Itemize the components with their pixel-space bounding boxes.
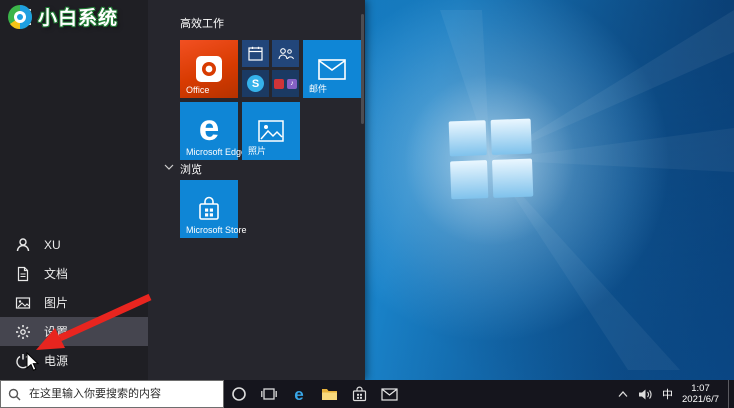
- document-icon: [15, 266, 31, 282]
- start-nav: XU 文档 图片: [0, 230, 148, 375]
- taskbar: e: [0, 380, 734, 408]
- start-menu-scrollbar[interactable]: [361, 14, 364, 124]
- start-nav-documents[interactable]: 文档: [0, 259, 148, 288]
- taskbar-file-explorer-button[interactable]: [314, 380, 344, 408]
- clock-time: 1:07: [682, 383, 719, 394]
- tile-store-label: Microsoft Store: [186, 225, 247, 235]
- watermark-text: 小白系统: [38, 3, 118, 30]
- cortana-icon: [231, 386, 247, 402]
- start-nav-settings[interactable]: 设置: [0, 317, 148, 346]
- calendar-icon: [248, 46, 263, 61]
- start-rail: XU 文档 图片: [0, 0, 148, 380]
- news-icon: [274, 79, 284, 89]
- start-nav-pictures-label: 图片: [44, 294, 68, 311]
- photos-icon: [258, 120, 284, 142]
- tile-edge[interactable]: e Microsoft Edge: [180, 102, 238, 160]
- start-nav-pictures[interactable]: 图片: [0, 288, 148, 317]
- search-input[interactable]: [27, 387, 216, 401]
- search-icon: [8, 388, 21, 401]
- office-icon: [196, 56, 222, 82]
- tile-mail[interactable]: 邮件: [303, 40, 361, 98]
- file-explorer-icon: [321, 387, 338, 401]
- tile-office[interactable]: Office: [180, 40, 238, 98]
- taskbar-search[interactable]: [0, 380, 224, 408]
- start-nav-user-label: XU: [44, 238, 61, 252]
- tile-edge-label: Microsoft Edge: [186, 147, 246, 157]
- start-menu: XU 文档 图片: [0, 0, 365, 380]
- system-tray: 中 1:07 2021/6/7: [617, 380, 734, 408]
- skype-icon: S: [247, 75, 264, 92]
- tile-photos-label: 照片: [248, 144, 266, 157]
- groove-icon: ♪: [287, 79, 297, 89]
- power-icon: [15, 353, 31, 369]
- watermark: 小白系统: [7, 3, 118, 30]
- start-tile-panel: 高效工作 Office: [148, 0, 365, 380]
- tile-microsoft-store[interactable]: Microsoft Store: [180, 180, 238, 238]
- tile-photos[interactable]: 照片: [242, 102, 300, 160]
- tile-group-title-explore: 浏览: [180, 161, 202, 177]
- start-nav-user[interactable]: XU: [0, 230, 148, 259]
- taskbar-store-button[interactable]: [344, 380, 374, 408]
- people-icon: [278, 47, 294, 61]
- gear-icon: [15, 324, 31, 340]
- tile-group-title-productivity: 高效工作: [180, 15, 224, 31]
- tile-calendar[interactable]: [242, 40, 269, 67]
- volume-icon[interactable]: [638, 388, 653, 401]
- taskbar-task-view-button[interactable]: [254, 380, 284, 408]
- mail-icon: [318, 59, 346, 80]
- taskbar-clock[interactable]: 1:07 2021/6/7: [682, 383, 719, 405]
- mail-taskbar-icon: [381, 388, 398, 401]
- tile-skype[interactable]: S: [242, 70, 269, 97]
- taskbar-cortana-button[interactable]: [224, 380, 254, 408]
- start-nav-power[interactable]: 电源: [0, 346, 148, 375]
- start-nav-settings-label: 设置: [44, 323, 68, 340]
- tile-people[interactable]: [272, 40, 299, 67]
- xiaobai-logo-icon: [7, 4, 33, 30]
- edge-icon: e: [199, 109, 220, 146]
- taskbar-mail-button[interactable]: [374, 380, 404, 408]
- store-taskbar-icon: [352, 386, 367, 402]
- screen: XU 文档 图片: [0, 0, 734, 408]
- tile-folder-apps[interactable]: ♪: [272, 70, 299, 97]
- tile-mail-label: 邮件: [309, 82, 327, 95]
- store-bag-icon: [197, 196, 221, 222]
- tray-chevron-up-icon[interactable]: [617, 390, 629, 398]
- start-nav-documents-label: 文档: [44, 265, 68, 282]
- clock-date: 2021/6/7: [682, 394, 719, 405]
- taskbar-edge-button[interactable]: e: [284, 380, 314, 408]
- ime-indicator[interactable]: 中: [662, 386, 673, 402]
- user-icon: [15, 237, 31, 253]
- tile-office-label: Office: [186, 85, 209, 95]
- start-nav-power-label: 电源: [44, 352, 68, 369]
- picture-icon: [15, 295, 31, 311]
- windows-hero-logo: [380, 10, 734, 370]
- task-view-icon: [261, 387, 277, 401]
- show-desktop-button[interactable]: [728, 380, 734, 408]
- edge-taskbar-icon: e: [294, 386, 303, 403]
- group-chevron-down-icon[interactable]: [164, 164, 174, 170]
